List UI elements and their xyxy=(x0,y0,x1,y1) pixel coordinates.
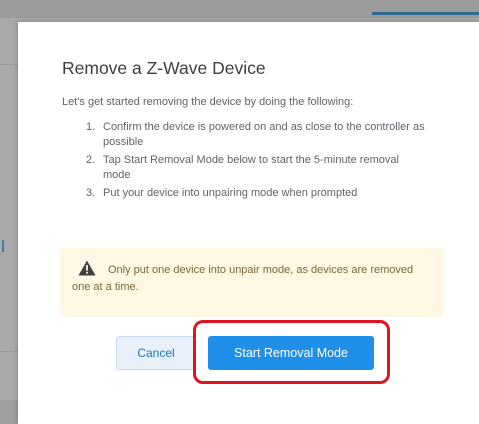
instruction-step: 2. Tap Start Removal Mode below to start… xyxy=(86,153,426,183)
step-number: 3. xyxy=(86,187,96,199)
step-text: Put your device into unpairing mode when… xyxy=(103,187,358,199)
instruction-step: 1. Confirm the device is powered on and … xyxy=(86,120,426,150)
step-text: Tap Start Removal Mode below to start th… xyxy=(103,154,399,181)
warning-text: Only put one device into unpair mode, as… xyxy=(72,264,414,293)
step-number: 2. xyxy=(86,154,96,166)
cancel-button[interactable]: Cancel xyxy=(116,336,196,370)
instruction-step: 3. Put your device into unpairing mode w… xyxy=(86,186,426,201)
step-text: Confirm the device is powered on and as … xyxy=(103,121,425,148)
step-number: 1. xyxy=(86,121,96,133)
background-indicator xyxy=(2,240,4,252)
start-removal-mode-button[interactable]: Start Removal Mode xyxy=(208,336,374,370)
dialog-intro-text: Let's get started removing the device by… xyxy=(62,96,354,108)
background-app-accent-bar xyxy=(372,12,479,15)
background-panel xyxy=(0,400,18,424)
instruction-steps-list: 1. Confirm the device is powered on and … xyxy=(86,120,426,204)
background-app-header xyxy=(0,0,479,18)
dialog-title: Remove a Z-Wave Device xyxy=(62,58,266,78)
remove-device-dialog: Remove a Z-Wave Device Let's get started… xyxy=(18,22,479,424)
warning-alert: Only put one device into unpair mode, as… xyxy=(60,248,444,317)
